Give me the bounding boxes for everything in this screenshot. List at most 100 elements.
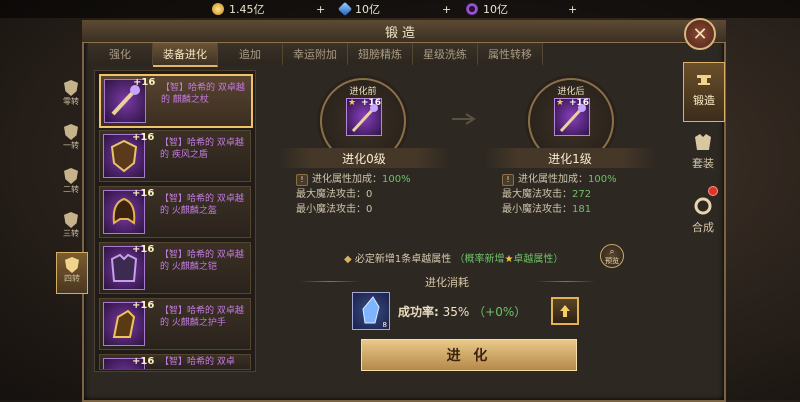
close-button[interactable]: ✕ [684, 18, 716, 50]
item-name: 【智】哈希的 双卓越的 火麒麟之盔 [160, 194, 244, 216]
anvil-icon [697, 75, 711, 85]
preview-button[interactable]: ⌕ 预览 [600, 244, 624, 268]
magnifier-icon: ⌕ [609, 246, 615, 257]
before-attrs: ! 进化属性加成：100% 最大魔法攻击：0 最小魔法攻击：0 [296, 172, 466, 217]
info-icon[interactable]: ! [296, 174, 308, 186]
currency-gem: 10亿 [337, 0, 380, 18]
close-icon: ✕ [692, 23, 708, 45]
item-plus: +16 [132, 300, 155, 311]
item-name: 【智】哈希的 双卓越的 火麒麟之护手 [160, 306, 244, 328]
shield-icon [64, 168, 78, 184]
currency-ring: 10亿 [466, 0, 508, 18]
shield-icon [65, 257, 79, 273]
gold-coin-icon [212, 3, 224, 15]
before-max-value: 0 [366, 189, 373, 200]
note-text: 必定新增1条卓越属性 [354, 254, 452, 265]
rank-label: 二转 [63, 185, 79, 194]
tab-evolve[interactable]: 装备进化 [153, 43, 218, 67]
after-bonus-row: ! 进化属性加成：100% [502, 172, 672, 187]
item-name: 【智】哈希的 双卓 [160, 357, 235, 367]
tab-strengthen[interactable]: 强化 [88, 43, 153, 65]
currency-gold: 1.45亿 [212, 0, 265, 18]
before-label: 进化前 [349, 87, 377, 97]
blue-gem-icon [337, 1, 353, 17]
after-attrs: ! 进化属性加成：100% 最大魔法攻击：272 最小魔法攻击：181 [502, 172, 672, 217]
item-plus: +16 [133, 77, 156, 88]
after-min-row: 最小魔法攻击：181 [502, 202, 672, 217]
note-suffix: 卓越属性） [513, 254, 564, 265]
shield-icon [64, 80, 78, 96]
list-item[interactable]: +16 【智】哈希的 双卓越的 火麒麟之盔 [99, 186, 251, 238]
divider [536, 281, 596, 282]
list-item[interactable]: +16 【智】哈希的 双卓越的 火麒麟之铠 [99, 242, 251, 294]
tab-star-wash[interactable]: 星级洗练 [413, 43, 478, 65]
list-item[interactable]: +16 【智】哈希的 双卓越的 火麒麟之护手 [99, 298, 251, 350]
after-bonus-value: 100% [588, 174, 617, 185]
before-max-label: 最大魔法攻击： [296, 189, 366, 200]
before-bonus-value: 100% [382, 174, 411, 185]
rank-0[interactable]: 零转 [56, 76, 86, 116]
item-plus: +16 [132, 188, 155, 199]
rank-label: 一转 [63, 141, 79, 150]
rank-2[interactable]: 二转 [56, 164, 86, 204]
tab-luck[interactable]: 幸运附加 [283, 43, 348, 65]
window-title: 锻造 [384, 26, 419, 41]
note-highlight: （概率新增 [454, 254, 505, 265]
evolve-note: ◆ 必定新增1条卓越属性 （概率新增★卓越属性） [344, 250, 563, 265]
after-max-value: 272 [572, 189, 592, 200]
currency-bar [0, 0, 800, 18]
rank-4[interactable]: 四转 [56, 252, 88, 294]
nav-compose-label: 合成 [692, 221, 714, 234]
list-item[interactable]: +16 【智】哈希的 双卓 [99, 354, 251, 370]
tab-attr-transfer[interactable]: 属性转移 [478, 43, 543, 65]
after-bonus-label: 进化属性加成： [518, 174, 588, 185]
rank-3[interactable]: 三转 [56, 208, 86, 248]
nav-forge-label: 锻造 [693, 94, 715, 107]
before-bonus-label: 进化属性加成： [312, 174, 382, 185]
rank-label: 四转 [64, 274, 80, 283]
ring-icon [694, 197, 712, 215]
after-label: 进化后 [557, 87, 585, 97]
after-max-row: 最大魔法攻击：272 [502, 187, 672, 202]
item-plus: +16 [132, 244, 155, 255]
item-name: 【智】哈希的 双卓越的 麒麟之杖 [161, 83, 245, 105]
list-item[interactable]: +16 【智】哈希的 双卓越的 麒麟之杖 [99, 74, 253, 128]
shield-icon [64, 124, 78, 140]
before-min-label: 最小魔法攻击： [296, 204, 366, 215]
currency-gold-value: 1.45亿 [229, 3, 265, 16]
equipment-list: +16 【智】哈希的 双卓越的 麒麟之杖 +16 【智】哈希的 双卓越的 疾风之… [94, 70, 256, 372]
info-icon[interactable]: ! [502, 174, 514, 186]
tab-bar: 强化 装备进化 追加 幸运附加 翅膀精炼 星级洗练 属性转移 [88, 43, 678, 67]
list-item[interactable]: +16 【智】哈希的 双卓越的 疾风之盾 [99, 130, 251, 182]
boost-rate-button[interactable] [551, 297, 579, 325]
arrow-up-icon [560, 305, 570, 317]
before-min-row: 最小魔法攻击：0 [296, 202, 466, 217]
nav-compose[interactable]: 合成 [683, 190, 723, 248]
success-bonus: （+0%） [473, 305, 527, 319]
crystal-slot[interactable]: 8 [352, 292, 390, 330]
rank-label: 三转 [63, 229, 79, 238]
add-gem-button[interactable]: + [442, 0, 451, 18]
cost-count: 8 [382, 321, 387, 329]
before-min-value: 0 [366, 204, 373, 215]
tab-wing-refine[interactable]: 翅膀精炼 [348, 43, 413, 65]
add-ring-button[interactable]: + [568, 0, 577, 18]
before-max-row: 最大魔法攻击：0 [296, 187, 466, 202]
armor-icon [695, 134, 711, 150]
success-rate: 成功率: 35% （+0%） [398, 303, 526, 320]
rank-1[interactable]: 一转 [56, 120, 86, 160]
tab-append[interactable]: 追加 [218, 43, 283, 65]
success-value: 35% [442, 305, 470, 319]
shield-icon [64, 212, 78, 228]
rank-filter: 零转 一转 二转 三转 四转 [56, 76, 88, 296]
nav-suit[interactable]: 套装 [683, 126, 723, 184]
currency-ring-value: 10亿 [483, 3, 508, 16]
before-bonus-row: ! 进化属性加成：100% [296, 172, 466, 187]
evolve-button[interactable]: 进 化 [361, 339, 577, 371]
add-gold-button[interactable]: + [316, 0, 325, 18]
nav-forge[interactable]: 锻造 [683, 62, 725, 122]
after-min-label: 最小魔法攻击： [502, 204, 572, 215]
item-name: 【智】哈希的 双卓越的 火麒麟之铠 [160, 250, 244, 272]
after-max-label: 最大魔法攻击： [502, 189, 572, 200]
item-plus: +16 [132, 132, 155, 143]
